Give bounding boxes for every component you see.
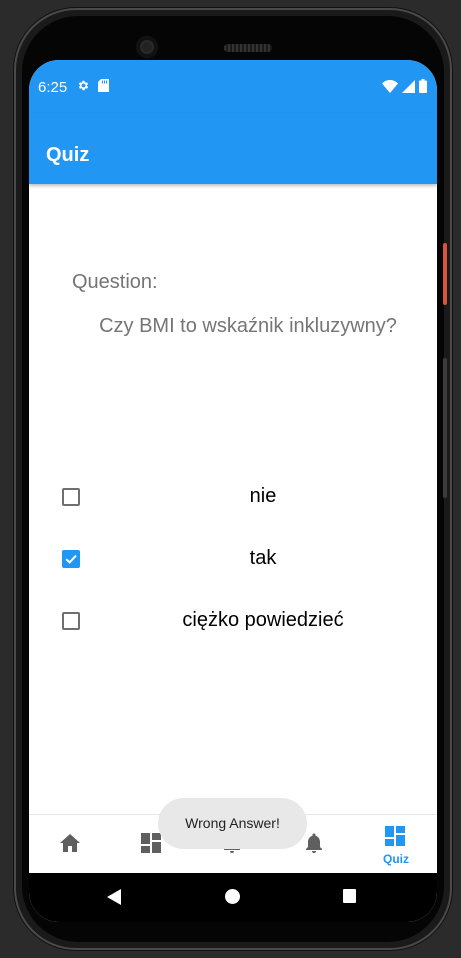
sd-card-icon xyxy=(98,79,109,97)
check-icon xyxy=(65,554,77,564)
answer-label: tak xyxy=(249,547,277,569)
app-screen: 6:25 Quiz Question: Czy BMI to wskaźnik … xyxy=(29,60,437,922)
nav-item-home[interactable] xyxy=(29,815,111,873)
notifications-icon xyxy=(305,833,323,858)
back-icon[interactable] xyxy=(106,889,122,910)
camera-icon xyxy=(136,36,158,58)
answer-label: nie xyxy=(249,485,277,507)
status-time: 6:25 xyxy=(38,79,68,96)
answer-checkbox[interactable] xyxy=(62,550,80,568)
volume-button[interactable] xyxy=(443,358,447,498)
dashboard-icon xyxy=(385,826,405,851)
toast-message: Wrong Answer! xyxy=(158,798,307,849)
wifi-icon xyxy=(382,79,398,98)
answer-checkbox[interactable] xyxy=(62,488,80,506)
home-icon xyxy=(59,833,81,858)
home-button-icon[interactable] xyxy=(225,889,240,904)
question-label: Question: xyxy=(72,271,158,293)
answer-label: ciężko powiedzieć xyxy=(182,609,344,631)
answer-option-ciezko-powiedziec[interactable]: ciężko powiedzieć xyxy=(29,602,437,642)
app-bar: Quiz xyxy=(29,113,437,184)
answer-option-nie[interactable]: nie xyxy=(29,478,437,518)
battery-icon xyxy=(419,79,427,98)
recents-icon[interactable] xyxy=(343,889,356,903)
app-title: Quiz xyxy=(46,144,90,166)
question-text: Czy BMI to wskaźnik inkluzywny? xyxy=(99,315,397,337)
status-bar: 6:25 xyxy=(29,60,437,113)
speaker-grille xyxy=(224,44,272,52)
system-navigation-bar xyxy=(29,873,437,922)
dashboard-icon xyxy=(141,833,161,858)
nav-item-quiz[interactable]: Quiz xyxy=(355,815,437,873)
answer-option-tak[interactable]: tak xyxy=(29,540,437,580)
gear-icon xyxy=(77,79,90,97)
power-button[interactable] xyxy=(443,243,447,305)
nav-label-quiz: Quiz xyxy=(383,852,409,866)
signal-icon xyxy=(402,79,415,98)
answer-checkbox[interactable] xyxy=(62,612,80,630)
